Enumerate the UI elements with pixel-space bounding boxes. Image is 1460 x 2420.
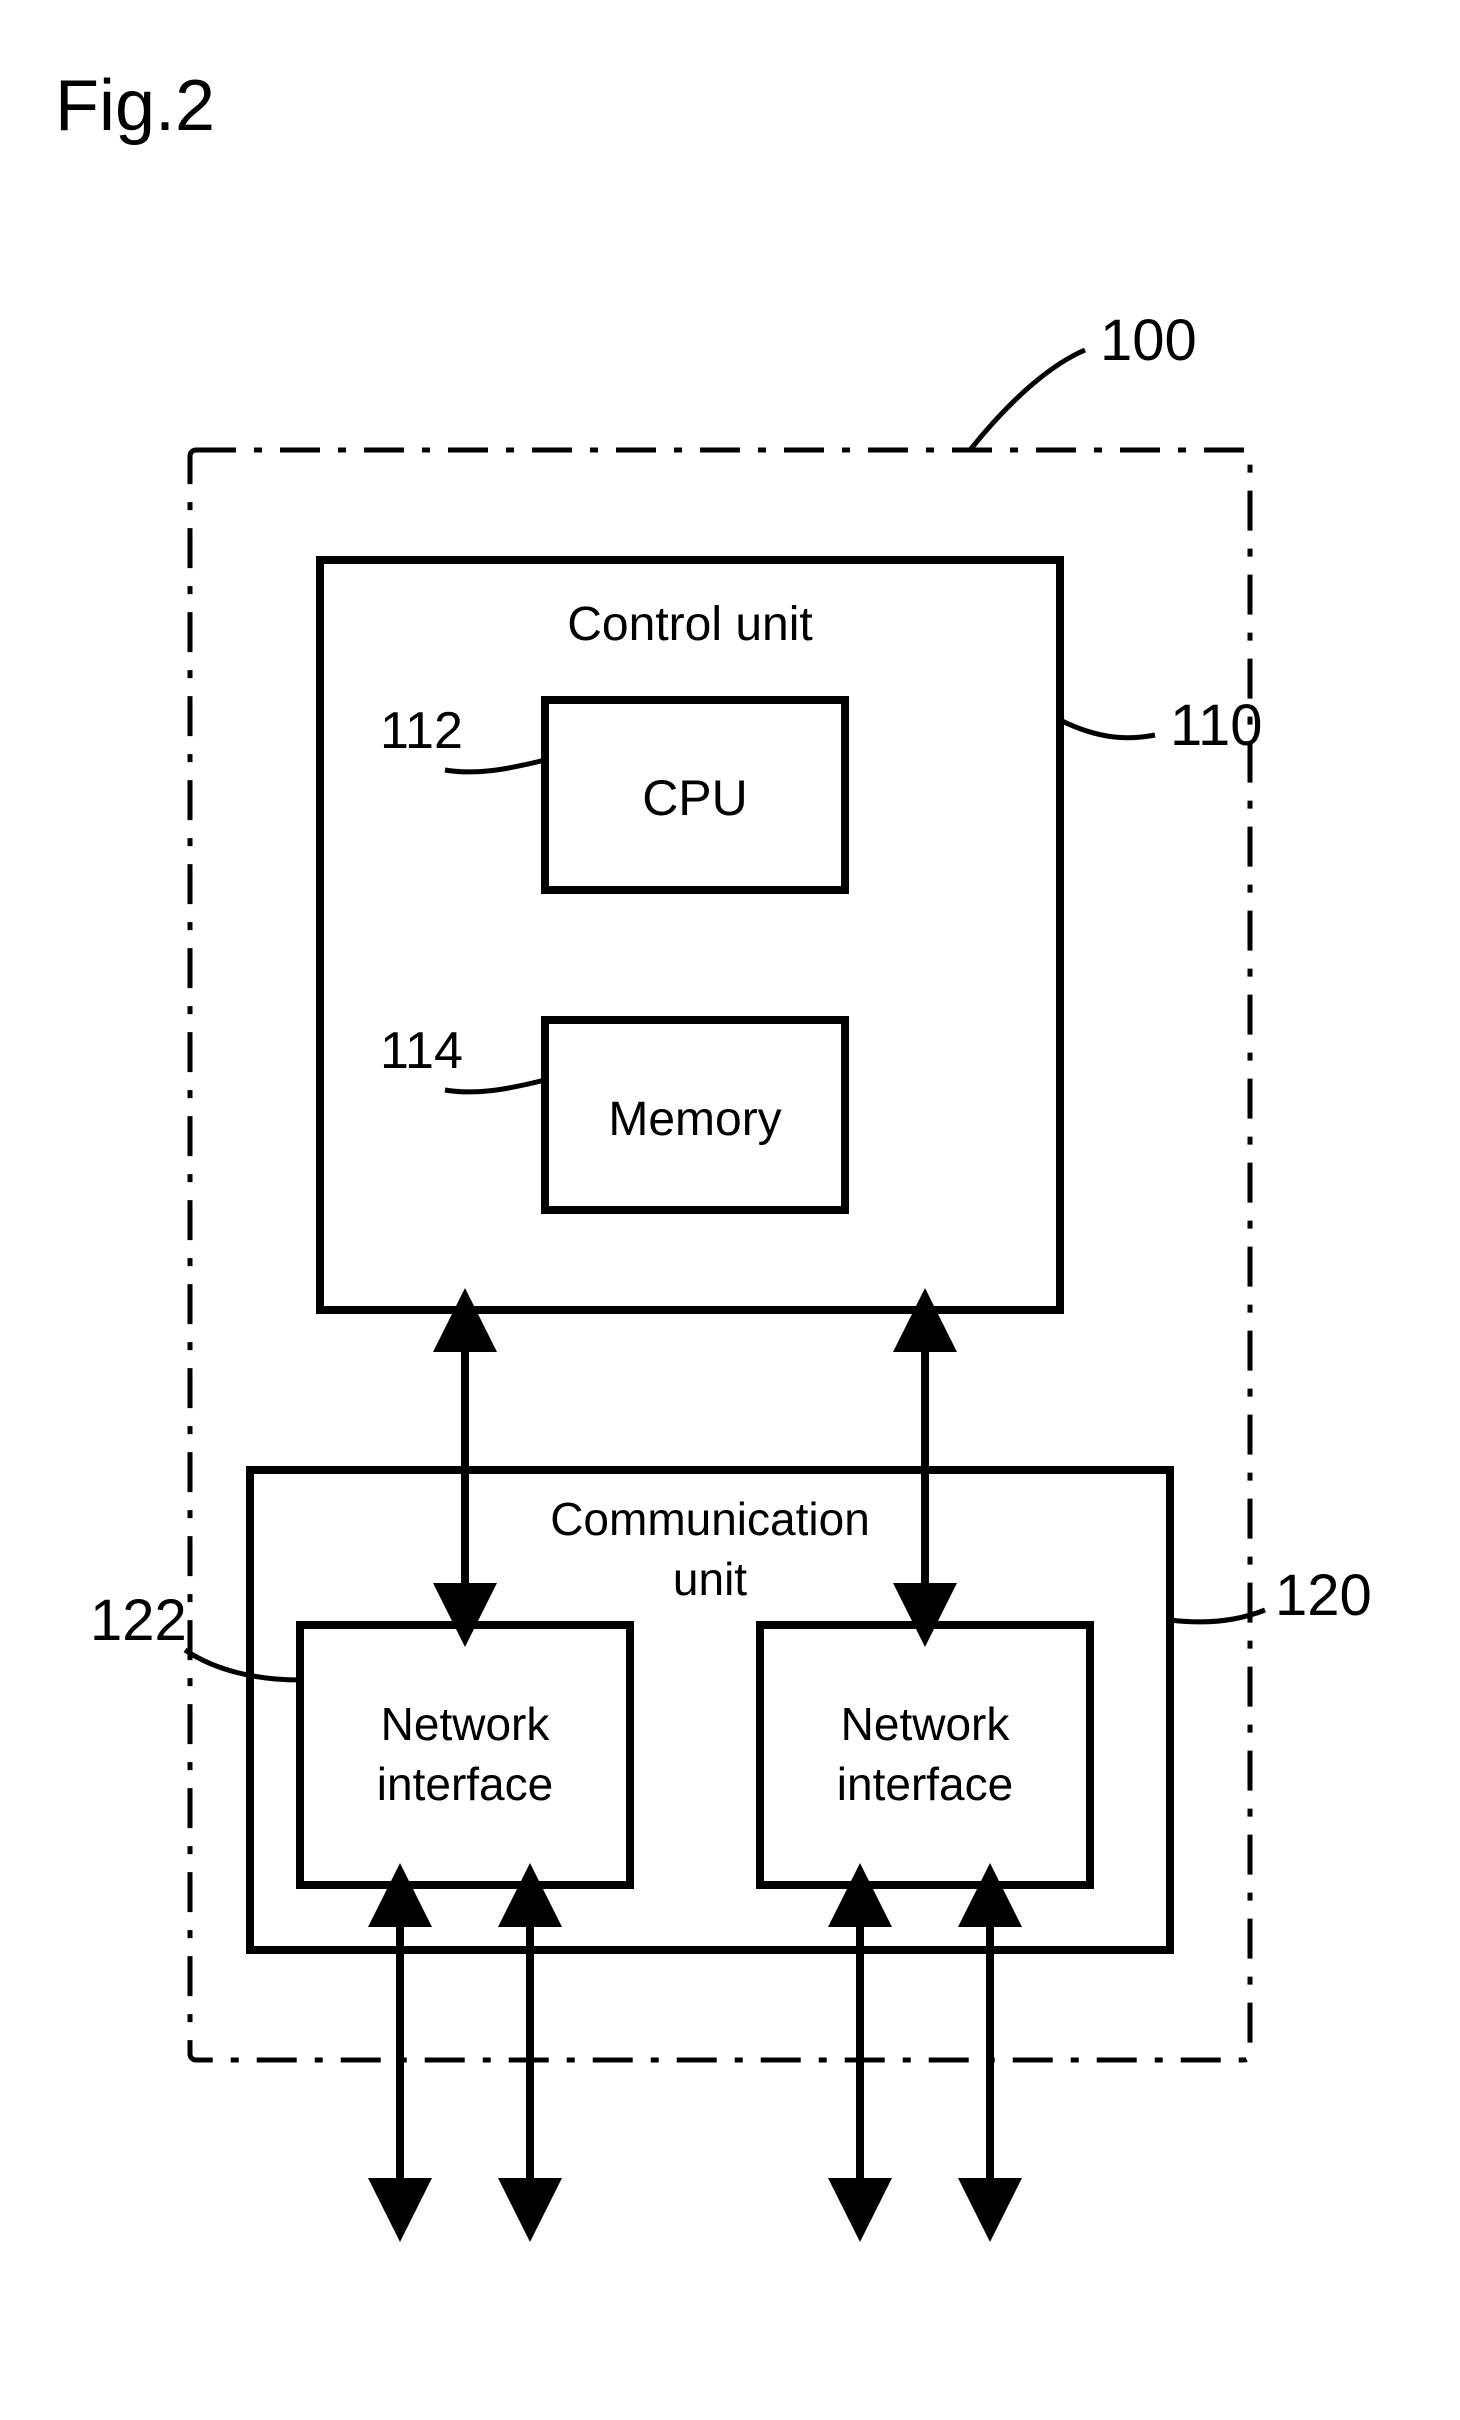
ref-memory: 114 — [380, 1022, 463, 1080]
comm-unit-label-1: Communication — [550, 1493, 870, 1545]
net-if-right-box — [760, 1625, 1090, 1885]
control-unit-label: Control unit — [567, 598, 812, 651]
net-if-left-label-1: Network — [381, 1698, 551, 1750]
ref-cpu: 112 — [380, 702, 463, 760]
figure-caption: Fig.2 — [55, 66, 215, 146]
net-if-right-label-1: Network — [841, 1698, 1011, 1750]
leader-cpu — [445, 760, 545, 772]
ref-comm-unit: 120 — [1275, 1563, 1372, 1628]
ref-net-if-left: 122 — [90, 1588, 187, 1653]
memory-label: Memory — [608, 1093, 781, 1146]
diagram-svg: Fig.2 100 Control unit 110 CPU 112 Memor… — [0, 0, 1460, 2420]
leader-control-unit — [1060, 720, 1155, 738]
control-unit-box — [320, 560, 1060, 1310]
cpu-label: CPU — [642, 770, 748, 826]
ref-system: 100 — [1100, 308, 1197, 373]
comm-unit-label-2: unit — [673, 1553, 747, 1605]
leader-system — [970, 350, 1085, 450]
leader-net-if-left — [185, 1650, 300, 1680]
net-if-left-box — [300, 1625, 630, 1885]
ref-control-unit: 110 — [1170, 693, 1262, 758]
net-if-left-label-2: interface — [377, 1758, 553, 1810]
net-if-right-label-2: interface — [837, 1758, 1013, 1810]
leader-memory — [445, 1080, 545, 1092]
page: Fig.2 100 Control unit 110 CPU 112 Memor… — [0, 0, 1460, 2420]
